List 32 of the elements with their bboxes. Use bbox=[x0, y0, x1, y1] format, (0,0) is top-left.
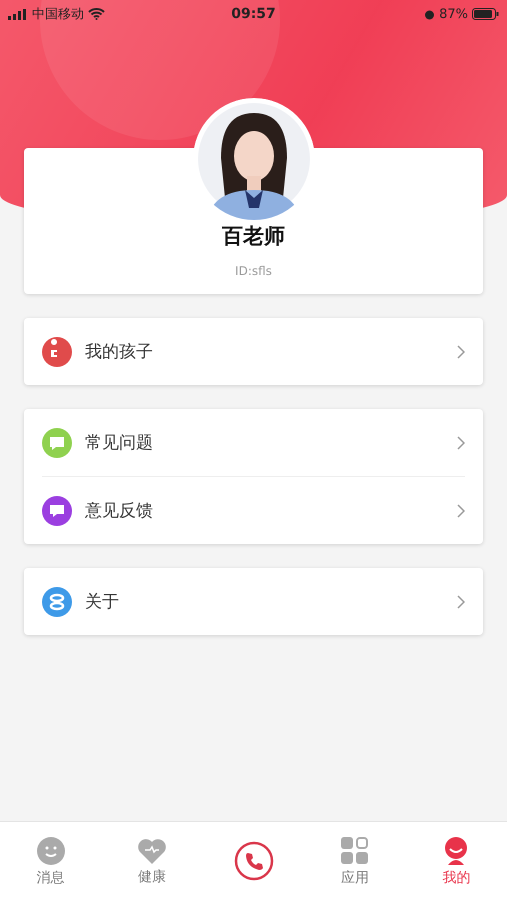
tab-label: 消息 bbox=[36, 868, 65, 886]
chevron-icon bbox=[457, 594, 465, 608]
chevron-icon bbox=[457, 436, 465, 450]
tab[interactable]: 我的 bbox=[406, 822, 507, 900]
phone-icon bbox=[234, 841, 274, 881]
smile-icon bbox=[36, 836, 66, 866]
apps-icon bbox=[340, 836, 370, 866]
battery-percent: 87% bbox=[439, 6, 468, 22]
signal-icon bbox=[8, 8, 28, 20]
user-name: 百老师 bbox=[222, 223, 285, 250]
chevron-icon bbox=[457, 504, 465, 518]
menu-item[interactable]: 意见反馈 bbox=[42, 476, 465, 544]
chevron-icon bbox=[457, 344, 465, 358]
menu-item[interactable]: 关于 bbox=[24, 568, 483, 635]
menu-label: 关于 bbox=[85, 591, 120, 613]
heart-icon bbox=[137, 836, 168, 864]
menu-label: 常见问题 bbox=[85, 432, 154, 454]
menu-label: 我的孩子 bbox=[85, 341, 154, 363]
tab[interactable]: 应用 bbox=[304, 822, 406, 900]
menu-label: 意见反馈 bbox=[85, 500, 154, 522]
tab-label: 应用 bbox=[340, 868, 369, 886]
tab-label: 健康 bbox=[138, 868, 166, 886]
tab[interactable]: 消息 bbox=[0, 822, 102, 900]
carrier-name: 中国移动 bbox=[32, 6, 84, 23]
tab[interactable]: 健康 bbox=[101, 822, 203, 900]
tab-label: 我的 bbox=[442, 868, 470, 886]
menu-item[interactable]: 我的孩子 bbox=[24, 318, 483, 385]
wifi-icon bbox=[88, 8, 105, 20]
battery-icon bbox=[472, 8, 500, 20]
user-id: ID:sfls bbox=[235, 264, 272, 278]
menu-item[interactable]: 常见问题 bbox=[24, 409, 483, 476]
clock-time: 09:57 bbox=[231, 6, 276, 22]
